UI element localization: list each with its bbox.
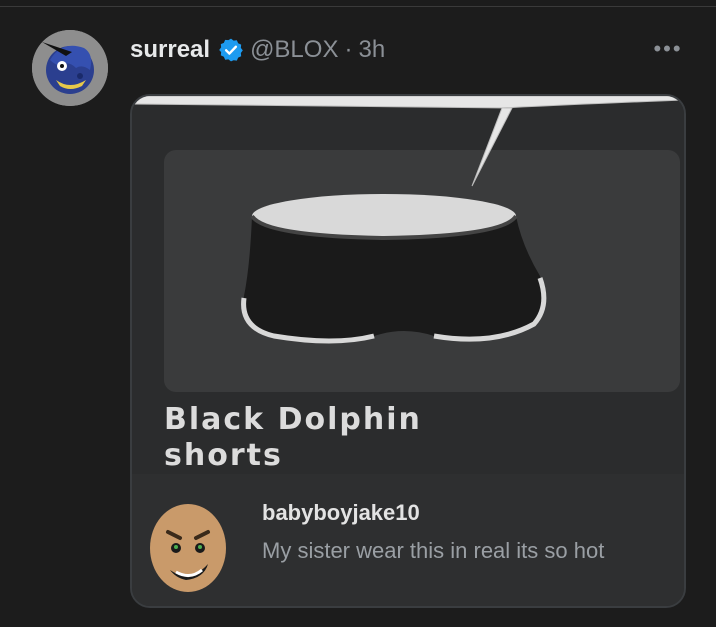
commenter-avatar [150,504,226,592]
user-handle[interactable]: @BLOX [250,36,338,64]
item-title-line-1: Black Dolphin [164,402,422,437]
comment-text: My sister wear this in real its so hot [262,538,605,563]
post-timestamp[interactable]: 3h [358,36,385,64]
item-title-line-2: shorts [164,438,283,473]
tweet-header: surreal @BLOX · 3h [130,34,385,66]
shorts-item-image [241,194,547,344]
item-preview-section: Black Dolphin shorts [132,96,684,474]
display-name[interactable]: surreal [130,36,210,64]
attached-image-card[interactable]: Black Dolphin shorts babyboyjake10 My si… [130,94,686,608]
comment-username: babyboyjake10 [262,500,420,525]
more-options-icon[interactable]: ••• [648,34,688,64]
separator-dot: · [344,36,353,63]
verified-badge-icon [218,37,244,63]
profile-avatar[interactable] [32,30,108,106]
item-title: Black Dolphin shorts [164,402,664,474]
avatar-image [32,30,108,106]
comment-section: babyboyjake10 My sister wear this in rea… [132,474,684,606]
tweet[interactable]: surreal @BLOX · 3h ••• Black Dolphin sho… [0,0,716,627]
